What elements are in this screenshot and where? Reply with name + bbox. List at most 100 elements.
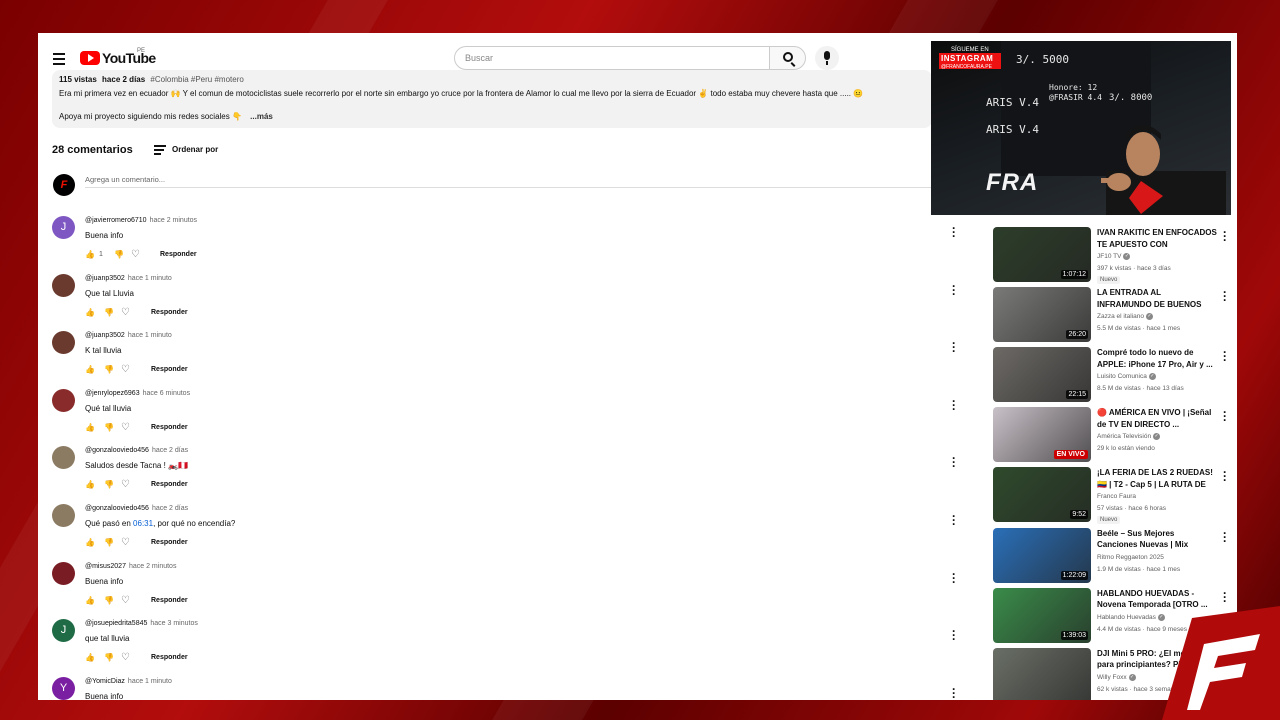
avatar[interactable]: [52, 331, 75, 355]
related-video-item[interactable]: 22:15 Compré todo lo nuevo de APPLE: iPh…: [993, 346, 1237, 405]
comment-author[interactable]: @gonzalooviedo456: [85, 505, 149, 512]
dislike-icon[interactable]: 👎: [104, 538, 114, 547]
comment-time[interactable]: hace 2 días: [152, 447, 188, 454]
related-video-item[interactable]: 26:20 LA ENTRADA AL INFRAMUNDO DE BUENOS…: [993, 286, 1237, 345]
like-icon[interactable]: 👍: [85, 653, 95, 662]
avatar[interactable]: [52, 446, 75, 470]
comment-author[interactable]: @josuepiedrita5845: [85, 620, 147, 627]
comment-author[interactable]: @misus2027: [85, 563, 126, 570]
channel-name[interactable]: Ritmo Reggaeton 2025: [1097, 554, 1164, 561]
reply-button[interactable]: Responder: [151, 481, 188, 488]
video-title[interactable]: Compré todo lo nuevo de APPLE: iPhone 17…: [1097, 347, 1217, 370]
add-comment-input[interactable]: Agrega un comentario...: [85, 173, 931, 188]
search-input[interactable]: Buscar: [454, 46, 770, 70]
sort-by-button[interactable]: Ordenar por: [172, 145, 218, 154]
channel-name[interactable]: América Televisión: [1097, 434, 1151, 441]
dislike-icon[interactable]: 👎: [104, 653, 114, 662]
comment-more-icon[interactable]: · · ·: [952, 337, 956, 357]
comment-author[interactable]: @juanp3502: [85, 275, 125, 282]
related-video-item[interactable]: 1:22:09 Beéle – Sus Mejores Canciones Nu…: [993, 527, 1237, 586]
comment-time[interactable]: hace 2 minutos: [150, 217, 197, 224]
comment-author[interactable]: @juanp3502: [85, 332, 125, 339]
comment-author[interactable]: @javierromero6710: [85, 217, 147, 224]
video-thumbnail[interactable]: 22:15: [993, 347, 1091, 403]
video-title[interactable]: Beéle – Sus Mejores Canciones Nuevas | M…: [1097, 528, 1217, 551]
video-more-icon[interactable]: ···: [1223, 346, 1227, 366]
reply-button[interactable]: Responder: [151, 424, 188, 431]
avatar[interactable]: Y: [52, 676, 75, 700]
comment-more-icon[interactable]: · · ·: [952, 683, 956, 700]
video-title[interactable]: IVAN RAKITIC EN ENFOCADOS TE APUESTO CON…: [1097, 227, 1217, 250]
avatar[interactable]: [52, 273, 75, 297]
voice-search-mic-icon[interactable]: [815, 46, 839, 70]
hashtags[interactable]: #Colombia #Peru #motero: [150, 75, 243, 84]
related-video-item[interactable]: 9:52 ¡LA FERIA DE LAS 2 RUEDAS!🇨🇴 | T2 -…: [993, 466, 1237, 525]
avatar[interactable]: [52, 504, 75, 527]
like-icon[interactable]: 👍: [85, 423, 95, 432]
channel-name[interactable]: Franco Faura: [1097, 493, 1136, 500]
reply-button[interactable]: Responder: [151, 539, 188, 546]
like-icon[interactable]: 👍: [85, 250, 95, 259]
related-video-item[interactable]: EN VIVO 🔴 AMÉRICA EN VIVO | ¡Señal de TV…: [993, 406, 1237, 465]
avatar[interactable]: J: [52, 216, 75, 239]
comment-time[interactable]: hace 6 minutos: [143, 390, 190, 397]
video-thumbnail[interactable]: 9:52: [993, 467, 1091, 523]
dislike-icon[interactable]: 👎: [104, 596, 114, 605]
video-more-icon[interactable]: ···: [1223, 527, 1227, 547]
avatar[interactable]: [52, 561, 75, 585]
channel-name[interactable]: Willy Foxx: [1097, 674, 1127, 681]
comment-more-icon[interactable]: · · ·: [952, 280, 956, 300]
video-more-icon[interactable]: ···: [1223, 286, 1227, 306]
sort-icon[interactable]: [154, 145, 166, 157]
like-icon[interactable]: 👍: [85, 365, 95, 374]
video-thumbnail[interactable]: 1:39:03: [993, 587, 1091, 643]
comment-time[interactable]: hace 1 minuto: [128, 275, 172, 282]
channel-name[interactable]: Zazza el italiano: [1097, 313, 1144, 320]
avatar[interactable]: [52, 388, 75, 412]
channel-name[interactable]: JF10 TV: [1097, 253, 1121, 260]
show-more-link[interactable]: ...más: [250, 112, 273, 121]
heart-icon[interactable]: ♡: [131, 250, 142, 260]
like-icon[interactable]: 👍: [85, 308, 95, 317]
comment-author[interactable]: @YomicDiaz: [85, 678, 125, 685]
related-video-item[interactable]: 1:07:12 IVAN RAKITIC EN ENFOCADOS TE APU…: [993, 226, 1237, 285]
video-more-icon[interactable]: ···: [1223, 466, 1227, 486]
comment-more-icon[interactable]: · · ·: [952, 395, 956, 415]
heart-icon[interactable]: ♡: [121, 538, 132, 548]
youtube-logo-text[interactable]: YouTube: [102, 50, 156, 66]
like-icon[interactable]: 👍: [85, 538, 95, 547]
comment-time[interactable]: hace 2 días: [152, 505, 188, 512]
video-thumbnail[interactable]: 1:22:09: [993, 527, 1091, 583]
comment-time[interactable]: hace 1 minuto: [128, 332, 172, 339]
dislike-icon[interactable]: 👎: [104, 308, 114, 317]
like-icon[interactable]: 👍: [85, 480, 95, 489]
reply-button[interactable]: Responder: [151, 654, 188, 661]
search-button[interactable]: [769, 46, 806, 70]
reply-button[interactable]: Responder: [151, 366, 188, 373]
dislike-icon[interactable]: 👎: [104, 423, 114, 432]
heart-icon[interactable]: ♡: [121, 480, 132, 490]
dislike-icon[interactable]: 👎: [104, 480, 114, 489]
comment-time[interactable]: hace 3 minutos: [150, 620, 197, 627]
video-more-icon[interactable]: ···: [1223, 406, 1227, 426]
heart-icon[interactable]: ♡: [121, 365, 132, 375]
my-avatar[interactable]: F: [53, 174, 75, 196]
reply-button[interactable]: Responder: [151, 309, 188, 316]
video-thumbnail[interactable]: EN VIVO: [993, 407, 1091, 463]
like-icon[interactable]: 👍: [85, 596, 95, 605]
video-more-icon[interactable]: ···: [1223, 226, 1227, 246]
comment-more-icon[interactable]: · · ·: [952, 452, 956, 472]
heart-icon[interactable]: ♡: [121, 595, 132, 606]
reply-button[interactable]: Responder: [151, 597, 188, 604]
heart-icon[interactable]: ♡: [121, 307, 132, 318]
video-title[interactable]: LA ENTRADA AL INFRAMUNDO DE BUENOS AIRES…: [1097, 287, 1217, 310]
video-description[interactable]: 115 vistas hace 2 días #Colombia #Peru #…: [52, 70, 932, 128]
youtube-logo-icon[interactable]: [80, 51, 100, 65]
comment-time[interactable]: hace 2 minutos: [129, 563, 176, 570]
channel-name[interactable]: Luisito Comunica: [1097, 373, 1147, 380]
comment-author[interactable]: @jenrylopez6963: [85, 390, 140, 397]
hamburger-menu-icon[interactable]: [53, 53, 65, 68]
video-timestamp-link[interactable]: 06:31: [133, 519, 153, 528]
comment-time[interactable]: hace 1 minuto: [128, 678, 172, 685]
avatar[interactable]: J: [52, 619, 75, 643]
